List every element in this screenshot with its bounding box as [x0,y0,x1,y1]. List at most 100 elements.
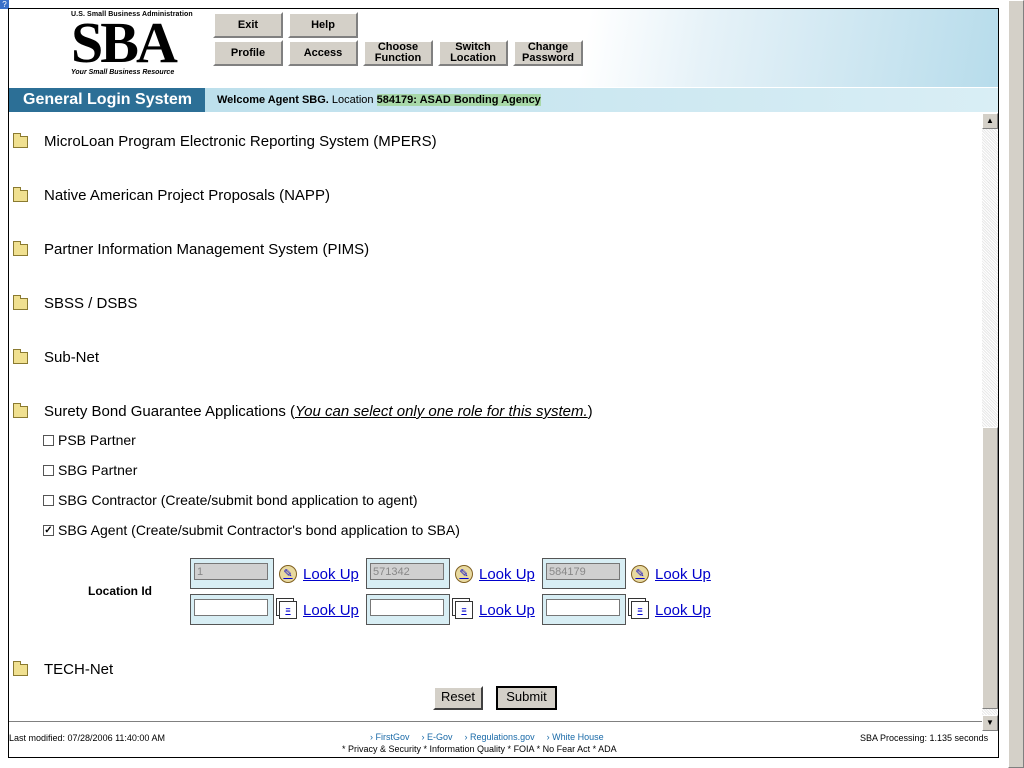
policy-links[interactable]: * Privacy & Security * Information Quali… [342,744,617,754]
location-id-input[interactable] [370,563,444,580]
title-bar: General Login System Welcome Agent SBG. … [9,88,998,112]
choose-function-button[interactable]: Choose Function [363,40,433,66]
role-sbg-partner[interactable]: SBG Partner [43,462,137,478]
footer-links: › FirstGov › E-Gov › Regulations.gov › Whit… [364,732,610,742]
system-surety-bond[interactable]: Surety Bond Guarantee Applications (You … [44,403,593,420]
role-checkbox[interactable] [43,494,54,506]
folder-icon[interactable] [13,187,28,202]
switch-location-button[interactable]: Switch Location [438,40,508,66]
location-value: 584179: ASAD Bonding Agency [376,94,541,106]
window-scroll-thumb[interactable] [1008,0,1024,768]
role-label: SBG Contractor (Create/submit bond appli… [58,492,418,508]
reset-button[interactable]: Reset [433,686,483,710]
folder-icon[interactable] [13,241,28,256]
submit-button[interactable]: Submit [496,686,557,710]
location-field-5 [366,594,450,625]
regulations-link[interactable]: › Regulations.gov [465,732,535,742]
profile-button[interactable]: Profile [213,40,283,66]
lookup-label: Look Up [303,601,359,619]
folder-icon[interactable] [13,661,28,676]
system-surety-bond-label: Surety Bond Guarantee Applications ( [44,403,295,420]
lookup-label: Look Up [479,565,535,583]
location-field-4 [190,594,274,625]
location-field-6 [542,594,626,625]
lookup-label: Look Up [303,565,359,583]
folder-icon[interactable] [13,133,28,148]
egov-label: E-Gov [427,732,453,742]
whitehouse-link[interactable]: › White House [547,732,604,742]
folder-icon[interactable] [13,349,28,364]
page-frame: U.S. Small Business Administration SBA Y… [8,8,999,758]
footer-divider [9,721,982,722]
header: U.S. Small Business Administration SBA Y… [9,9,998,87]
system-subnet[interactable]: Sub-Net [44,349,99,366]
edit-lookup-icon[interactable]: ✎ [455,565,473,583]
lookup-label: Look Up [655,565,711,583]
system-pims[interactable]: Partner Information Management System (P… [44,241,369,258]
location-id-input[interactable] [194,599,268,616]
role-psb-partner[interactable]: PSB Partner [43,432,136,448]
role-label: SBG Partner [58,462,138,478]
help-button[interactable]: Help [288,12,358,38]
list-lookup-icon[interactable]: ≡ [631,601,649,619]
folder-icon[interactable] [13,295,28,310]
window-scrollbar[interactable] [1008,0,1024,768]
sba-logo[interactable]: U.S. Small Business Administration SBA Y… [71,11,211,87]
system-sbss-dsbs[interactable]: SBSS / DSBS [44,295,137,312]
system-technet[interactable]: TECH-Net [44,661,113,678]
scroll-down-arrow[interactable]: ▼ [982,715,998,731]
role-label: SBG Agent (Create/submit Contractor's bo… [58,522,460,538]
exit-button[interactable]: Exit [213,12,283,38]
logo-letters: SBA [71,10,178,75]
location-id-input[interactable] [546,563,620,580]
change-password-button[interactable]: Change Password [513,40,583,66]
system-surety-bond-suffix: ) [587,403,593,420]
firstgov-label: FirstGov [375,732,410,742]
location-id-label: Location Id [88,584,152,598]
role-sbg-agent[interactable]: ✓ SBG Agent (Create/submit Contractor's … [43,522,460,538]
one-role-note: You can select only one role for this sy… [295,403,588,420]
location-id-input[interactable] [370,599,444,616]
lookup-link[interactable]: ✎ Look Up [631,565,711,583]
welcome-prefix: Welcome Agent SBG. [217,94,329,106]
processing-time: SBA Processing: 1.135 seconds [860,733,989,743]
welcome-message: Welcome Agent SBG. Location 584179: ASAD… [217,94,541,106]
lookup-link[interactable]: ≡ Look Up [279,601,359,619]
edit-lookup-icon[interactable]: ✎ [631,565,649,583]
lookup-link[interactable]: ≡ Look Up [455,601,535,619]
lookup-link[interactable]: ≡ Look Up [631,601,711,619]
lookup-link[interactable]: ✎ Look Up [279,565,359,583]
lookup-label: Look Up [655,601,711,619]
system-napp[interactable]: Native American Project Proposals (NAPP) [44,187,330,204]
location-label: Location [331,94,374,106]
open-folder-icon[interactable] [13,403,28,418]
scroll-thumb[interactable] [982,427,998,709]
whitehouse-label: White House [552,732,604,742]
list-lookup-icon[interactable]: ≡ [279,601,297,619]
role-label: PSB Partner [58,432,136,448]
access-button[interactable]: Access [288,40,358,66]
location-id-input[interactable] [546,599,620,616]
location-id-input[interactable] [194,563,268,580]
role-checkbox[interactable] [43,464,54,476]
lookup-label: Look Up [479,601,535,619]
location-field-2 [366,558,450,589]
role-checkbox[interactable] [43,434,54,446]
logo-tagline: Your Small Business Resource [71,69,175,76]
lookup-link[interactable]: ✎ Look Up [455,565,535,583]
edit-lookup-icon[interactable]: ✎ [279,565,297,583]
system-name: General Login System [9,88,205,112]
location-field-3 [542,558,626,589]
scrollbar[interactable]: ▲ ▼ [982,113,998,731]
system-list: MicroLoan Program Electronic Reporting S… [9,113,982,719]
role-checkbox-checked[interactable]: ✓ [43,524,54,536]
location-field-1 [190,558,274,589]
egov-link[interactable]: › E-Gov [422,732,453,742]
role-sbg-contractor[interactable]: SBG Contractor (Create/submit bond appli… [43,492,418,508]
list-lookup-icon[interactable]: ≡ [455,601,473,619]
regulations-label: Regulations.gov [470,732,535,742]
firstgov-link[interactable]: › FirstGov [370,732,410,742]
last-modified: Last modified: 07/28/2006 11:40:00 AM [9,733,165,743]
system-mpers[interactable]: MicroLoan Program Electronic Reporting S… [44,133,437,150]
scroll-up-arrow[interactable]: ▲ [982,113,998,129]
